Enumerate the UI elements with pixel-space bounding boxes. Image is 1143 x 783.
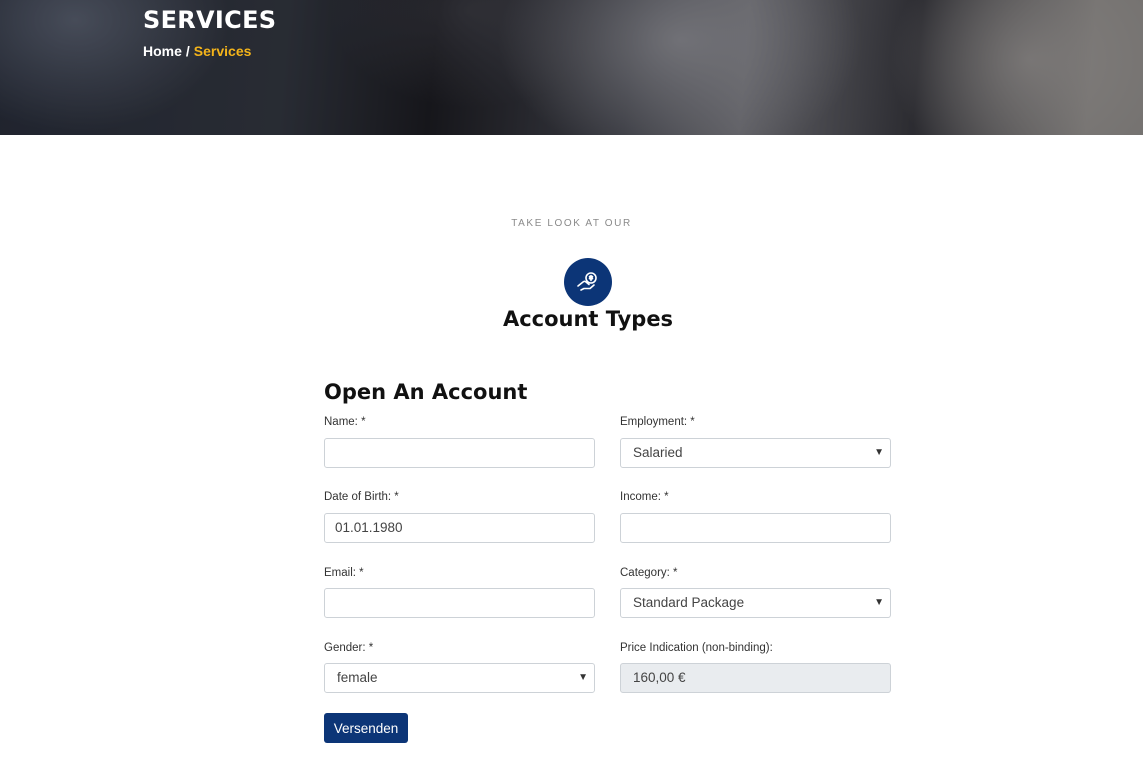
name-label: Name: * (324, 416, 366, 428)
breadcrumb: Home / Services (143, 43, 251, 59)
category-select[interactable]: Standard Package ▼ (620, 588, 891, 618)
name-input[interactable] (324, 438, 595, 468)
employment-select[interactable]: Salaried ▼ (620, 438, 891, 468)
breadcrumb-separator: / (185, 43, 190, 59)
email-input[interactable] (324, 588, 595, 618)
dob-label: Date of Birth: * (324, 491, 399, 503)
dob-input[interactable]: 01.01.1980 (324, 513, 595, 543)
email-label: Email: * (324, 567, 364, 579)
chevron-down-icon: ▼ (874, 597, 884, 608)
category-select-value: Standard Package (633, 595, 745, 610)
chevron-down-icon: ▼ (874, 447, 884, 458)
category-label: Category: * (620, 567, 678, 579)
section-eyebrow: TAKE LOOK AT OUR (511, 218, 632, 229)
page-hero-banner: SERVICES Home / Services (0, 0, 1143, 135)
gender-select-value: female (337, 670, 378, 685)
gender-select[interactable]: female ▼ (324, 663, 595, 693)
submit-button[interactable]: Versenden (324, 713, 408, 743)
employment-select-value: Salaried (633, 445, 683, 460)
breadcrumb-current: Services (193, 43, 252, 59)
price-indication-field: 160,00 € (620, 663, 891, 693)
hand-money-icon (564, 258, 612, 306)
price-indication-label: Price Indication (non-binding): (620, 642, 773, 654)
section-title: Account Types (502, 307, 674, 331)
employment-label: Employment: * (620, 416, 695, 428)
income-label: Income: * (620, 491, 669, 503)
page-title: SERVICES (143, 6, 277, 34)
gender-label: Gender: * (324, 642, 374, 654)
breadcrumb-home-link[interactable]: Home (143, 43, 182, 59)
chevron-down-icon: ▼ (578, 672, 588, 683)
income-input[interactable] (620, 513, 891, 543)
form-title: Open An Account (324, 380, 528, 404)
